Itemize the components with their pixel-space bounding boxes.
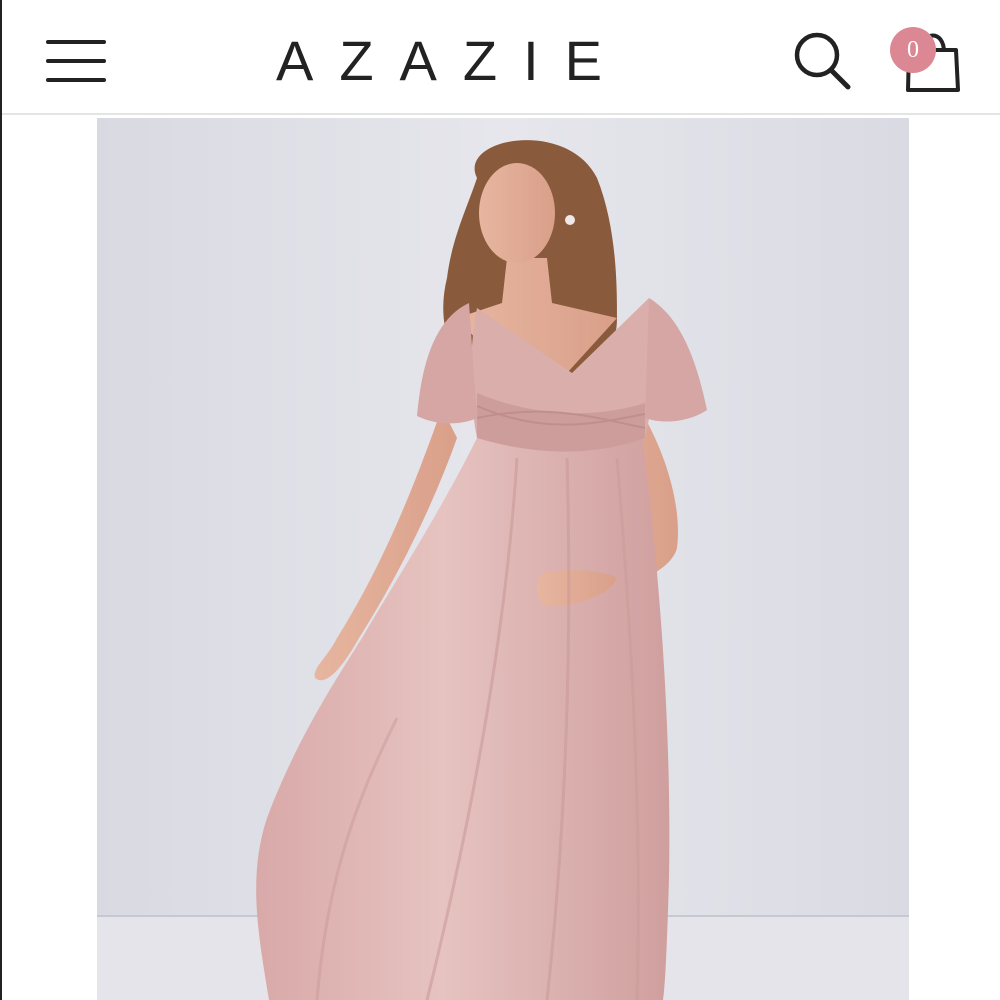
- product-page: AZAZIE 0: [0, 0, 1000, 1000]
- brand-logo[interactable]: AZAZIE: [2, 26, 902, 96]
- cart-count-badge[interactable]: 0: [890, 27, 936, 73]
- search-icon[interactable]: [790, 28, 854, 92]
- site-header: AZAZIE 0: [2, 0, 1000, 115]
- product-image[interactable]: [97, 118, 909, 1000]
